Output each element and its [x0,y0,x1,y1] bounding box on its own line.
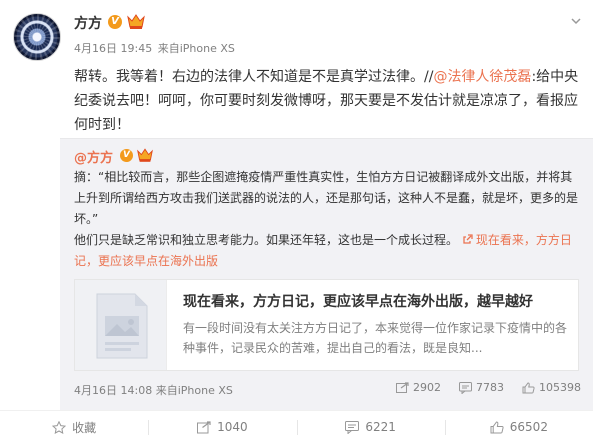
article-preview-card[interactable]: 现在看来，方方日记，更应该早点在海外出版，越早越好 有一段时间没有太关注方方日记… [74,279,579,371]
post-time[interactable]: 4月16日 19:45 [74,42,152,55]
repost-member-level-icon [137,148,153,162]
repost-text: 摘：“相比较而言，那些企图遮掩疫情严重性真实性，生怕方方日记被翻译成外文出版，并… [74,167,579,272]
article-thumbnail [75,280,167,370]
repost-meta: 4月16日 14:08 来自iPhone XS [74,382,233,398]
like-button[interactable]: 66502 [444,411,593,443]
post-action-bar: 收藏 1040 6221 66502 [0,410,593,443]
link-icon [463,234,473,244]
post-text-part1: 帮转。我等着！右边的法律人不知道是不是真学过法律。// [74,69,434,85]
document-placeholder-icon [96,293,148,359]
repost-icon [396,381,409,393]
repost-count: 1040 [217,420,248,434]
repost-comments-count: 7783 [476,381,504,394]
post-text: 帮转。我等着！右边的法律人不知道是不是真学过法律。//@法律人徐茂磊:给中央纪委… [74,65,580,137]
repost-author-link[interactable]: @方方 [74,147,113,166]
thumbs-up-icon [490,420,504,433]
thumbs-up-icon [522,381,535,393]
author-name[interactable]: 方方 [74,13,102,33]
repost-icon [197,420,211,433]
repost-source: 来自iPhone XS [155,384,233,397]
repost-stats: 2902 7783 105398 [378,381,581,394]
repost-time[interactable]: 4月16日 14:08 [74,384,152,397]
comment-button[interactable]: 6221 [296,411,445,443]
repost-comments[interactable]: 7783 [459,381,504,394]
post-source: 来自iPhone XS [157,42,235,55]
chevron-down-icon[interactable] [571,16,581,26]
comment-count: 6221 [365,420,396,434]
comment-icon [345,420,360,434]
repost-reposts[interactable]: 2902 [396,381,441,394]
like-count: 66502 [509,420,548,434]
repost-likes-count: 105398 [539,381,581,394]
repost-button[interactable]: 1040 [148,411,296,443]
favorite-label: 收藏 [72,420,97,435]
star-icon [52,420,67,434]
comment-icon [459,381,472,394]
article-title: 现在看来，方方日记，更应该早点在海外出版，越早越好 [183,294,533,310]
repost-line2-text: 他们只是缺乏常识和独立思考能力。如果还年轻，这也是一个成长过程。 [74,233,459,247]
member-level-icon [127,14,145,29]
reposted-content: @方方 V 摘：“相比较而言，那些企图遮掩疫情严重性真实性，生怕方方日记被翻译成… [60,138,593,410]
repost-reposts-count: 2902 [413,381,441,394]
mention-link[interactable]: @法律人徐茂磊 [433,69,531,85]
favorite-button[interactable]: 收藏 [0,411,148,443]
weibo-post-card: 方方 V 4月16日 19:45 来自iPhone XS 帮转。我等着！右边的法… [0,0,593,443]
avatar[interactable] [13,13,61,61]
verified-badge-icon: V [108,15,122,29]
repost-likes[interactable]: 105398 [522,381,581,394]
repost-verified-badge-icon: V [120,149,133,162]
repost-excerpt: 摘：“相比较而言，那些企图遮掩疫情严重性真实性，生怕方方日记被翻译成外文出版，并… [74,170,579,226]
post-meta: 4月16日 19:45 来自iPhone XS [74,40,235,56]
repost-line2: 他们只是缺乏常识和独立思考能力。如果还年轻，这也是一个成长过程。 现在看来，方方… [74,230,579,272]
article-description: 有一段时间没有太关注方方日记了，本来觉得一位作家记录下疫情中的各种事件，记录民众… [183,321,568,355]
